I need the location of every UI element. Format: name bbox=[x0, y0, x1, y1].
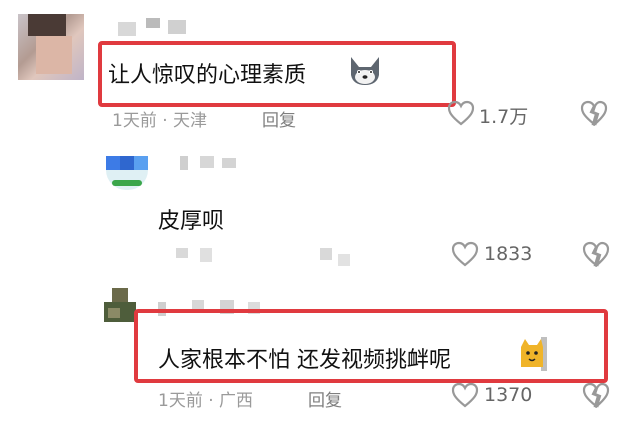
like-count: 1370 bbox=[484, 384, 533, 406]
avatar[interactable] bbox=[104, 288, 136, 328]
heart-icon[interactable] bbox=[447, 100, 475, 126]
reply-button[interactable]: 回复 bbox=[308, 386, 342, 411]
comment-text: 让人惊叹的心理素质 bbox=[108, 63, 307, 88]
dislike-heart-icon[interactable] bbox=[582, 241, 610, 267]
dislike-heart-icon[interactable] bbox=[582, 382, 610, 408]
comment-meta: 1天前 · 天津 bbox=[112, 111, 208, 131]
username-blurred[interactable] bbox=[118, 18, 188, 38]
like-count: 1.7万 bbox=[479, 106, 529, 128]
reply-button[interactable]: 回复 bbox=[262, 106, 296, 131]
username-blurred[interactable] bbox=[160, 156, 260, 176]
avatar[interactable] bbox=[106, 156, 148, 190]
comment-text: 人家根本不怕 还发视频挑衅呢 bbox=[158, 348, 451, 373]
dislike-heart-icon[interactable] bbox=[580, 100, 608, 126]
heart-icon[interactable] bbox=[451, 382, 479, 408]
meta-blurred bbox=[172, 246, 352, 266]
heart-icon[interactable] bbox=[451, 241, 479, 267]
comment-meta: 1天前 · 广西 bbox=[158, 391, 254, 411]
husky-emoji-icon bbox=[347, 55, 383, 87]
cat-emoji-icon bbox=[519, 337, 549, 371]
like-count: 1833 bbox=[484, 243, 533, 265]
avatar[interactable] bbox=[18, 14, 84, 80]
comment-text: 皮厚呗 bbox=[158, 209, 225, 234]
